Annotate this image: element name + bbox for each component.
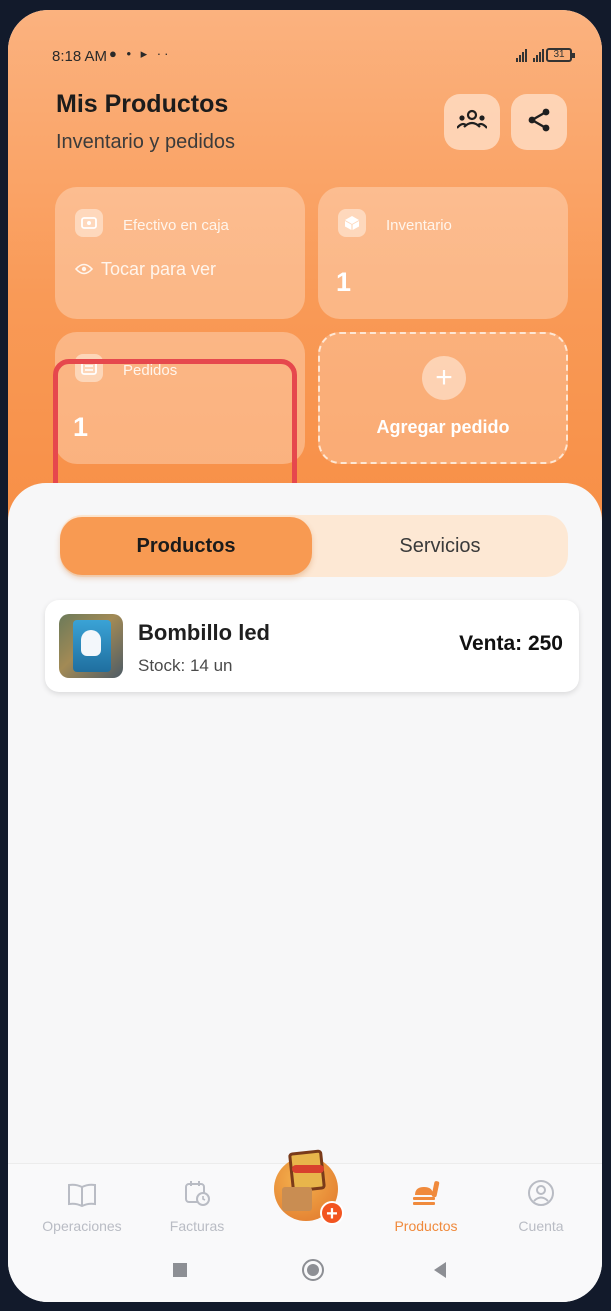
inventory-value: 1: [336, 267, 352, 297]
inventory-label: Inventario: [386, 217, 452, 234]
product-image: [59, 614, 123, 678]
nav-label-operaciones: Operaciones: [42, 1218, 122, 1234]
box-icon: [282, 1187, 312, 1211]
nav-label-facturas: Facturas: [169, 1218, 225, 1234]
share-icon: [526, 107, 552, 138]
tab-servicios[interactable]: Servicios: [312, 517, 568, 575]
product-stock: Stock: 14 un: [138, 656, 233, 675]
food-stand-icon: [411, 1179, 441, 1212]
plus-icon: +: [422, 356, 466, 400]
mascot-add-button[interactable]: +: [274, 1149, 344, 1225]
nav-operaciones[interactable]: Operaciones: [32, 1164, 132, 1240]
recents-icon[interactable]: [173, 1263, 187, 1277]
eye-icon: [74, 259, 94, 280]
people-button[interactable]: [444, 94, 500, 150]
battery-icon: 31: [546, 48, 575, 62]
nav-label-cuenta: Cuenta: [518, 1218, 564, 1234]
status-notification-icons: ● • ▸ ··: [109, 46, 172, 61]
sunglasses-icon: [292, 1165, 324, 1173]
tab-productos[interactable]: Productos: [60, 517, 312, 575]
calendar-clock-icon: [183, 1179, 211, 1212]
nav-productos[interactable]: Productos: [376, 1164, 476, 1240]
share-button[interactable]: [511, 94, 567, 150]
people-group-icon: [456, 109, 488, 136]
cash-reveal[interactable]: Tocar para ver: [74, 259, 217, 280]
box-icon: [338, 209, 366, 237]
home-icon[interactable]: [302, 1259, 324, 1281]
plus-badge-icon: +: [320, 1201, 344, 1225]
cash-icon: [75, 209, 103, 237]
product-price: Venta: 250: [459, 632, 563, 655]
cash-card[interactable]: Efectivo en caja Tocar para ver: [55, 187, 305, 319]
back-icon[interactable]: [434, 1262, 446, 1278]
inventory-card[interactable]: Inventario 1: [318, 187, 568, 319]
product-name: Bombillo led: [138, 620, 270, 645]
signal-icon: [516, 48, 544, 62]
nav-label-productos: Productos: [394, 1218, 458, 1234]
page-subtitle: Inventario y pedidos: [56, 131, 236, 153]
cash-label: Efectivo en caja: [123, 217, 229, 234]
product-card[interactable]: Bombillo led Stock: 14 un Venta: 250: [45, 600, 579, 692]
book-icon: [67, 1183, 97, 1212]
nav-cuenta[interactable]: Cuenta: [491, 1164, 591, 1240]
phone-screen: 8:18 AM ● • ▸ ·· 31 Mis Productos Invent…: [8, 10, 602, 1302]
nav-facturas[interactable]: Facturas: [147, 1164, 247, 1240]
highlight-box: [53, 359, 297, 502]
cash-reveal-text: Tocar para ver: [101, 259, 217, 279]
user-circle-icon: [527, 1179, 555, 1212]
system-navigation-bar: [8, 1243, 602, 1302]
status-time: 8:18 AM: [52, 48, 108, 65]
add-order-card[interactable]: + Agregar pedido: [318, 332, 568, 464]
content-panel: [8, 483, 602, 1183]
add-order-label: Agregar pedido: [376, 417, 510, 437]
page-title: Mis Productos: [56, 90, 229, 118]
product-tabs: Productos Servicios: [60, 515, 568, 577]
